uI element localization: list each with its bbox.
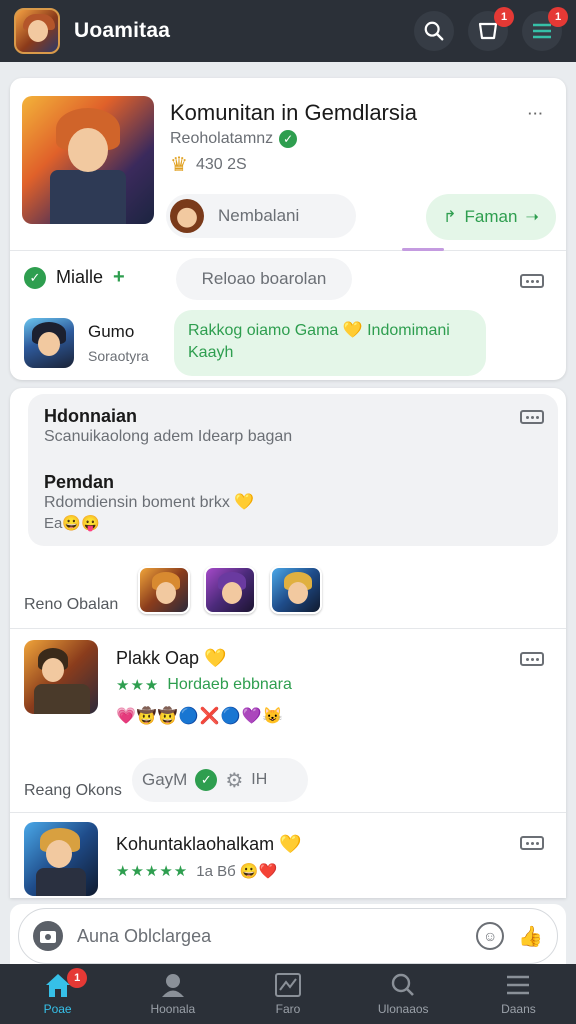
search-button[interactable]: [414, 11, 454, 51]
filter-label: Mialle: [56, 267, 104, 287]
more-icon[interactable]: [520, 652, 544, 666]
post-text: Scanuikaolong adem Idearp bagan: [44, 428, 293, 445]
post-text-2: Rdomdiensin boment brkx 💛: [44, 494, 255, 511]
chat-message-bubble[interactable]: Rakkog oiamo Gama 💛 Indomimani Kaayh: [174, 310, 486, 376]
cart-badge: 1: [494, 7, 514, 27]
nav-search-label: Ulonaaos: [377, 1002, 429, 1016]
search-pill-label: Reloao boarolan: [201, 269, 327, 288]
tab-indicator: [402, 248, 444, 251]
related-games-label: Reno Obalan: [24, 596, 119, 613]
image-icon: [275, 973, 301, 997]
thumbs-up-icon[interactable]: 👍: [518, 924, 543, 949]
gear-icon: ⚙: [225, 769, 244, 792]
verified-icon: ✓: [279, 130, 298, 148]
join-button[interactable]: ↱ Faman ➝: [426, 194, 556, 240]
post-heading: Hdonnaian: [44, 406, 137, 426]
menu-badge: 1: [548, 7, 568, 27]
member-name: Nembalani: [218, 206, 300, 225]
member-avatar: [170, 199, 204, 233]
join-label: Faman: [464, 207, 518, 226]
message-input[interactable]: Auna Oblclargea ☺ 👍: [18, 908, 558, 964]
composer-area: Auna Oblclargea ☺ 👍: [10, 904, 566, 964]
filter-chip[interactable]: ✓ Mialle +: [24, 266, 125, 289]
post-text-3: Ea😀😛: [44, 515, 100, 532]
hamburger-menu-icon: [507, 975, 530, 995]
check-circle-icon: ✓: [195, 769, 218, 791]
post-title: Plakk Oap 💛: [116, 648, 227, 668]
nav-games-label: Faro: [275, 1002, 301, 1016]
game-subtitle: Soraotyra: [88, 348, 149, 364]
community-stats: 430 2S: [195, 155, 247, 173]
check-circle-icon: ✓: [24, 266, 46, 289]
rating-stars: ★★★: [116, 677, 160, 694]
emoji-reactions[interactable]: 💗🤠🤠🔵❌🔵💜😺: [116, 706, 283, 726]
top-app-bar: Uoamitaa 1 1: [0, 0, 576, 62]
user-icon: [161, 974, 184, 997]
post-game-image[interactable]: [24, 640, 98, 714]
related-game-thumb[interactable]: [204, 566, 256, 614]
community-card: Komunitan in Gemdlarsia ··· Reoholatamnz…: [10, 78, 566, 380]
feed-card: Hdonnaian Scanuikaolong adem Idearp baga…: [10, 388, 566, 898]
camera-icon[interactable]: [33, 921, 63, 951]
nav-community-label: Hoonala: [150, 1002, 196, 1016]
share-arrow-icon: ➝: [525, 209, 539, 226]
nav-home-badge: 1: [67, 968, 88, 988]
divider: [10, 628, 566, 629]
member-chip[interactable]: Nembalani: [166, 194, 356, 238]
emoji-icon[interactable]: ☺: [476, 922, 505, 950]
reaction-pill-label: GayM: [142, 770, 188, 789]
app-avatar[interactable]: [14, 8, 60, 54]
post-heading-2: Pemdan: [44, 472, 115, 492]
community-title: Komunitan in Gemdlarsia: [170, 100, 418, 125]
post-title: Kohuntaklaohalkam 💛: [116, 834, 302, 854]
cart-button[interactable]: 1: [468, 7, 514, 51]
add-icon[interactable]: +: [113, 266, 125, 289]
related-game-thumb[interactable]: [270, 566, 322, 614]
nav-home[interactable]: 1 Poae: [0, 964, 115, 1024]
community-subtitle: Reoholatamnz: [170, 130, 274, 147]
search-icon: [392, 973, 415, 996]
search-pill[interactable]: Reloao boarolan: [176, 258, 352, 300]
more-icon[interactable]: [520, 274, 544, 288]
nav-menu-label: Daans: [501, 1002, 536, 1016]
nav-search[interactable]: Ulonaaos: [346, 964, 461, 1024]
reaction-pill[interactable]: GayM ✓ ⚙ IH: [132, 758, 308, 802]
reactions-label: Reang Okons: [24, 782, 122, 799]
menu-button[interactable]: 1: [522, 7, 568, 51]
community-cover-image[interactable]: [22, 96, 154, 224]
nav-games[interactable]: Faro: [230, 964, 345, 1024]
divider: [10, 812, 566, 813]
game-name: Gumo: [88, 322, 135, 341]
related-game-thumb[interactable]: [138, 566, 190, 614]
divider: [10, 250, 566, 251]
more-icon[interactable]: [520, 410, 544, 424]
search-icon: [424, 21, 444, 41]
nav-menu[interactable]: Daans: [461, 964, 576, 1024]
crown-icon: ♛: [170, 154, 188, 176]
game-thumbnail[interactable]: [24, 318, 74, 368]
more-icon[interactable]: [520, 836, 544, 850]
nav-home-label: Poae: [43, 1002, 72, 1016]
join-arrow-icon: ↱: [443, 209, 457, 226]
post-subtitle: Hordaeb ebbnara: [167, 676, 292, 693]
post-meta: 1а Вб 😀❤️: [196, 863, 278, 880]
nav-community[interactable]: Hoonala: [115, 964, 230, 1024]
app-title: Uoamitaa: [74, 19, 171, 42]
message-placeholder: Auna Oblclargea: [77, 925, 212, 946]
rating-stars: ★★★★★: [116, 863, 189, 880]
bottom-navigation: 1 Poae Hoonala Faro Ulonaaos Daans: [0, 964, 576, 1024]
post-game-image[interactable]: [24, 822, 98, 896]
reaction-count: IH: [251, 771, 268, 788]
more-options-icon[interactable]: ···: [528, 106, 544, 121]
